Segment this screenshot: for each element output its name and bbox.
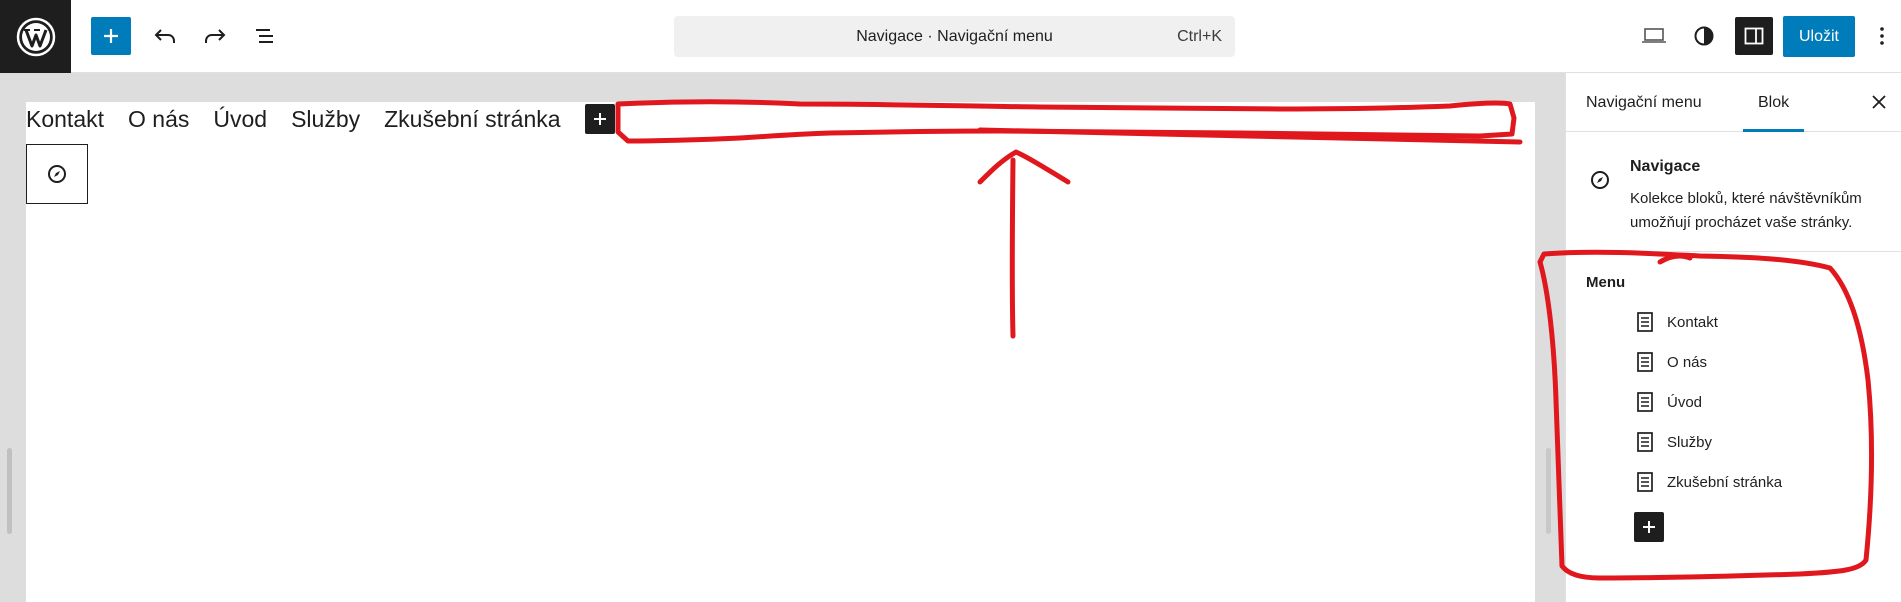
more-options-button[interactable] (1869, 17, 1895, 55)
editor-canvas[interactable] (26, 102, 1535, 602)
menu-heading: Menu (1586, 274, 1626, 291)
styles-button[interactable] (1684, 17, 1724, 55)
tab-navigation-menu[interactable]: Navigační menu (1586, 73, 1702, 132)
nav-link-kontakt[interactable]: Kontakt (26, 106, 104, 133)
resize-handle-left[interactable] (7, 448, 12, 534)
menu-item-label: Služby (1667, 433, 1713, 451)
menu-item-sluzby[interactable]: Služby (1633, 430, 1712, 454)
page-icon (1633, 350, 1657, 374)
plus-icon (1643, 521, 1655, 533)
block-description: Kolekce bloků, které návštěvníkům umožňu… (1630, 190, 1862, 231)
redo-button[interactable] (195, 17, 235, 55)
settings-sidebar: Navigační menu Blok Navigace Kolekce blo… (1565, 73, 1901, 602)
wordpress-logo-button[interactable] (0, 0, 71, 73)
plus-icon (593, 113, 606, 125)
compass-icon (1589, 169, 1611, 196)
close-icon (1872, 95, 1886, 109)
editor-toolbar: Navigace · Navigační menu Ctrl+K Uložit (0, 0, 1901, 73)
compass-icon (48, 165, 66, 183)
plus-icon (104, 29, 118, 43)
menu-item-zkusebni-stranka[interactable]: Zkušební stránka (1633, 470, 1782, 494)
menu-item-kontakt[interactable]: Kontakt (1633, 310, 1718, 334)
add-menu-item-button[interactable] (1634, 512, 1664, 542)
page-icon (1633, 430, 1657, 454)
page-icon (1633, 470, 1657, 494)
nav-link-sluzby[interactable]: Služby (291, 106, 360, 133)
page-icon (1633, 390, 1657, 414)
command-shortcut: Ctrl+K (1177, 28, 1222, 45)
redo-icon (205, 29, 226, 43)
more-options-icon (1880, 27, 1884, 45)
navigation-placeholder-block[interactable] (26, 144, 88, 204)
document-title: Navigace · Navigační menu (856, 28, 1053, 45)
menu-item-o-nas[interactable]: O nás (1633, 350, 1707, 374)
menu-item-label: Kontakt (1667, 313, 1718, 331)
block-title: Navigace (1630, 158, 1701, 175)
settings-toggle-button[interactable] (1735, 17, 1773, 55)
navigation-block[interactable]: Kontakt O nás Úvod Služby Zkušební strán… (26, 104, 615, 134)
wordpress-logo-icon (16, 17, 55, 56)
add-nav-item-button[interactable] (584, 104, 615, 134)
menu-item-label: Zkušební stránka (1667, 473, 1783, 491)
nav-link-zkusebni-stranka[interactable]: Zkušební stránka (384, 106, 560, 133)
undo-button[interactable] (145, 17, 185, 55)
menu-item-uvod[interactable]: Úvod (1633, 390, 1702, 414)
save-button[interactable]: Uložit (1783, 16, 1855, 57)
nav-link-o-nas[interactable]: O nás (128, 106, 189, 133)
add-block-button[interactable] (91, 17, 131, 55)
undo-icon (154, 29, 175, 43)
page-icon (1633, 310, 1657, 334)
close-sidebar-button[interactable] (1862, 85, 1896, 119)
document-overview-icon (256, 29, 273, 43)
sidebar-tabs: Navigační menu Blok (1566, 73, 1901, 132)
desktop-view-icon (1642, 28, 1666, 43)
nav-link-uvod[interactable]: Úvod (213, 106, 267, 133)
sidebar-settings-icon (1744, 27, 1764, 45)
menu-item-label: Úvod (1667, 393, 1703, 411)
command-palette-bar[interactable]: Navigace · Navigační menu Ctrl+K (674, 16, 1235, 57)
tab-block[interactable]: Blok (1743, 73, 1805, 132)
resize-handle-right[interactable] (1546, 448, 1551, 534)
device-preview-button[interactable] (1634, 17, 1674, 55)
styles-icon (1694, 26, 1714, 46)
menu-item-label: O nás (1667, 353, 1708, 371)
document-overview-button[interactable] (245, 17, 285, 55)
